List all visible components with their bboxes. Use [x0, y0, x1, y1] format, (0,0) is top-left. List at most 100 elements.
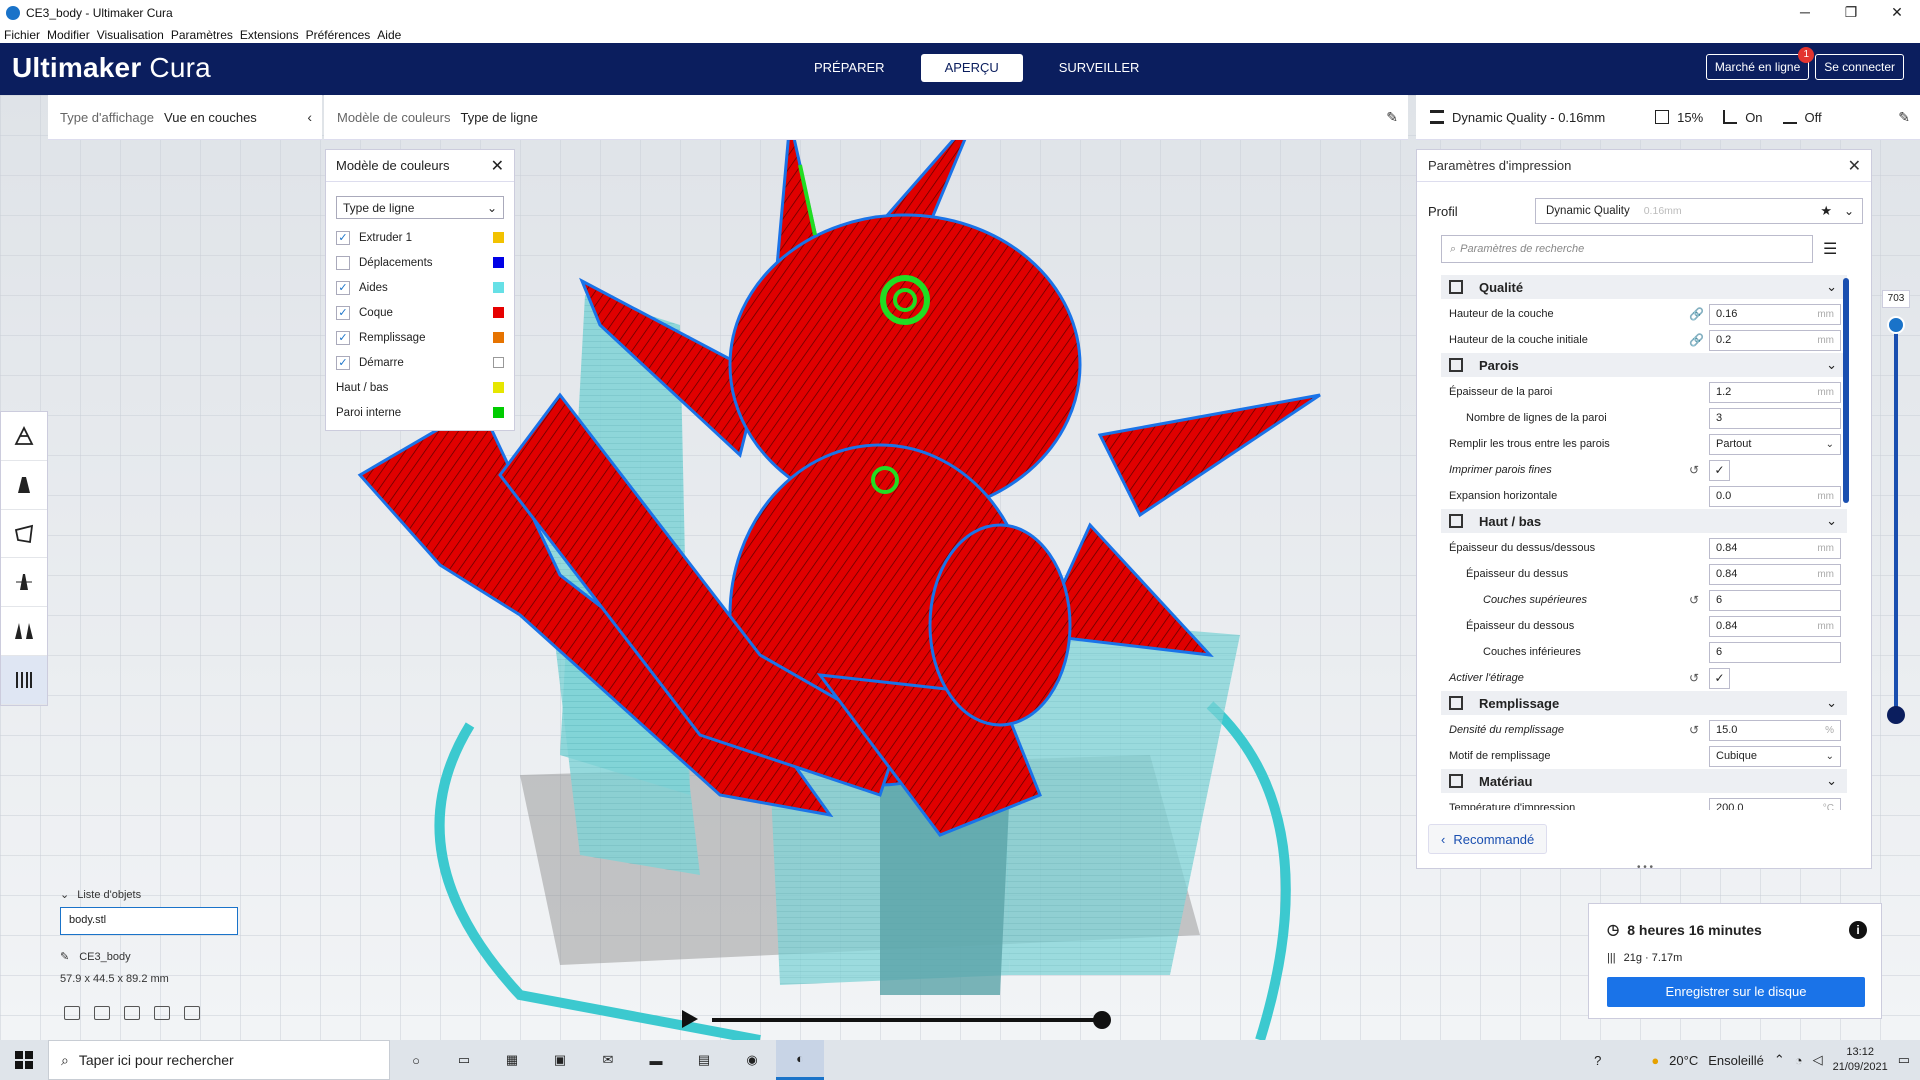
- legend-row[interactable]: ✓ Démarre: [326, 350, 514, 375]
- view-right-icon[interactable]: [184, 1006, 200, 1020]
- play-icon[interactable]: [682, 1010, 698, 1028]
- legend-checkbox[interactable]: ✓: [336, 280, 350, 295]
- move-tool[interactable]: [1, 412, 47, 461]
- view-left-icon[interactable]: [154, 1006, 170, 1020]
- reset-icon[interactable]: ↺: [1689, 671, 1699, 685]
- tab-monitor[interactable]: SURVEILLER: [1035, 54, 1164, 82]
- legend-checkbox[interactable]: ✓: [336, 305, 350, 320]
- resize-handle-icon[interactable]: • • •: [1637, 862, 1653, 873]
- setting-input[interactable]: 1.2 mm: [1709, 381, 1841, 403]
- support-summary[interactable]: On: [1723, 110, 1763, 125]
- menu-view[interactable]: Visualisation: [97, 28, 164, 42]
- help-icon[interactable]: ?: [1594, 1053, 1601, 1068]
- mail-icon[interactable]: ✉: [584, 1040, 632, 1080]
- setting-input[interactable]: 0.16 mm: [1709, 303, 1841, 325]
- setting-input[interactable]: 200.0 °C: [1709, 797, 1841, 810]
- edit-pencil-icon[interactable]: ✎: [60, 950, 69, 963]
- edit-pencil-icon[interactable]: ✎: [1898, 109, 1910, 126]
- cortana-icon[interactable]: ○: [392, 1040, 440, 1080]
- object-list-header[interactable]: ⌄ Liste d'objets: [60, 888, 238, 902]
- minimize-button[interactable]: ─: [1782, 0, 1828, 26]
- job-name[interactable]: CE3_body: [79, 951, 130, 963]
- legend-row[interactable]: Déplacements: [326, 250, 514, 275]
- sign-in-button[interactable]: Se connecter: [1815, 54, 1904, 80]
- chevron-up-icon[interactable]: ⌃: [1774, 1052, 1785, 1068]
- menu-edit[interactable]: Modifier: [47, 28, 90, 42]
- settings-scrollbar[interactable]: [1843, 278, 1849, 503]
- settings-category[interactable]: Matériau ⌄: [1441, 769, 1847, 793]
- cura-taskbar-icon[interactable]: ◐: [776, 1040, 824, 1080]
- settings-category[interactable]: Qualité ⌄: [1441, 275, 1847, 299]
- save-to-disk-button[interactable]: Enregistrer sur le disque: [1607, 977, 1865, 1007]
- collapse-chevron-icon[interactable]: ‹: [307, 109, 312, 125]
- close-window-button[interactable]: ✕: [1874, 0, 1920, 26]
- menu-help[interactable]: Aide: [377, 28, 401, 42]
- star-icon[interactable]: ★: [1820, 203, 1832, 219]
- print-setup-bar[interactable]: Dynamic Quality - 0.16mm 15% On Off ✎: [1416, 95, 1920, 140]
- layer-slider-upper-handle[interactable]: [1887, 316, 1905, 334]
- weather-temp[interactable]: 20°C: [1669, 1053, 1698, 1068]
- mirror-tool[interactable]: [1, 558, 47, 608]
- close-icon[interactable]: ✕: [1848, 156, 1861, 176]
- setting-input[interactable]: 6: [1709, 589, 1841, 611]
- legend-row[interactable]: ✓ Extruder 1: [326, 225, 514, 250]
- volume-icon[interactable]: ◁: [1813, 1052, 1823, 1068]
- weather-desc[interactable]: Ensoleillé: [1708, 1053, 1764, 1068]
- menu-preferences[interactable]: Préférences: [306, 28, 371, 42]
- reset-icon[interactable]: ↺: [1689, 723, 1699, 737]
- marketplace-button[interactable]: Marché en ligne 1: [1705, 47, 1815, 80]
- support-blocker-tool[interactable]: [1, 656, 47, 705]
- settings-category[interactable]: Parois ⌄: [1441, 353, 1847, 377]
- task-view-icon[interactable]: ▭: [440, 1040, 488, 1080]
- menu-file[interactable]: Fichier: [4, 28, 40, 42]
- settings-category[interactable]: Remplissage ⌄: [1441, 691, 1847, 715]
- reset-icon[interactable]: ↺: [1689, 463, 1699, 477]
- legend-row[interactable]: ✓ Coque: [326, 300, 514, 325]
- notifications-icon[interactable]: ▭: [1898, 1052, 1910, 1068]
- calculator-icon[interactable]: ▦: [488, 1040, 536, 1080]
- store-icon[interactable]: ▤: [680, 1040, 728, 1080]
- info-icon[interactable]: i: [1849, 921, 1867, 939]
- setting-input[interactable]: 15.0%: [1709, 719, 1841, 741]
- settings-category[interactable]: Haut / bas ⌄: [1441, 509, 1847, 533]
- color-scheme-value[interactable]: Type de ligne: [460, 110, 537, 125]
- taskbar-search-input[interactable]: ⌕ Taper ici pour rechercher: [48, 1040, 390, 1080]
- view-front-icon[interactable]: [94, 1006, 110, 1020]
- adhesion-summary[interactable]: Off: [1782, 110, 1822, 125]
- legend-checkbox[interactable]: [336, 255, 350, 270]
- setting-input[interactable]: 0.0 mm: [1709, 485, 1841, 507]
- layer-slider-lower-handle[interactable]: [1887, 706, 1905, 724]
- setting-input[interactable]: 0.84 mm: [1709, 615, 1841, 637]
- color-scheme-bar[interactable]: Modèle de couleurs Type de ligne ✎: [324, 95, 1408, 140]
- app-icon[interactable]: ▣: [536, 1040, 584, 1080]
- network-icon[interactable]: ◔: [1795, 1053, 1803, 1068]
- object-list-item[interactable]: body.stl: [60, 907, 238, 935]
- view-top-icon[interactable]: [124, 1006, 140, 1020]
- setting-dropdown[interactable]: Partout ⌄: [1709, 433, 1841, 455]
- profile-select[interactable]: Dynamic Quality 0.16mm ★ ⌄: [1535, 198, 1863, 224]
- file-explorer-icon[interactable]: ▬: [632, 1040, 680, 1080]
- setting-checkbox[interactable]: ✓: [1709, 459, 1730, 481]
- start-button[interactable]: [0, 1051, 48, 1069]
- color-scheme-select[interactable]: Type de ligne ⌄: [336, 196, 504, 219]
- scale-tool[interactable]: [1, 461, 47, 510]
- legend-row[interactable]: ✓ Aides: [326, 275, 514, 300]
- chrome-icon[interactable]: ◉: [728, 1040, 776, 1080]
- path-slider-handle[interactable]: [1093, 1011, 1111, 1029]
- setting-input[interactable]: 3: [1709, 407, 1841, 429]
- setting-input[interactable]: 6: [1709, 641, 1841, 663]
- view-type-bar[interactable]: Type d'affichage Vue en couches ‹: [48, 95, 322, 140]
- rotate-tool[interactable]: [1, 510, 47, 559]
- system-clock[interactable]: 13:12 21/09/2021: [1833, 1045, 1888, 1075]
- tab-prepare[interactable]: PRÉPARER: [790, 54, 909, 82]
- legend-checkbox[interactable]: ✓: [336, 330, 350, 345]
- setting-input[interactable]: 0.84 mm: [1709, 537, 1841, 559]
- link-icon[interactable]: 🔗: [1689, 307, 1704, 321]
- infill-summary[interactable]: 15%: [1655, 110, 1703, 125]
- view-type-value[interactable]: Vue en couches: [164, 110, 257, 125]
- profile-summary[interactable]: Dynamic Quality - 0.16mm: [1430, 110, 1605, 125]
- link-icon[interactable]: 🔗: [1689, 333, 1704, 347]
- setting-checkbox[interactable]: ✓: [1709, 667, 1730, 689]
- layer-slider-track[interactable]: [1894, 326, 1898, 716]
- legend-checkbox[interactable]: ✓: [336, 355, 350, 370]
